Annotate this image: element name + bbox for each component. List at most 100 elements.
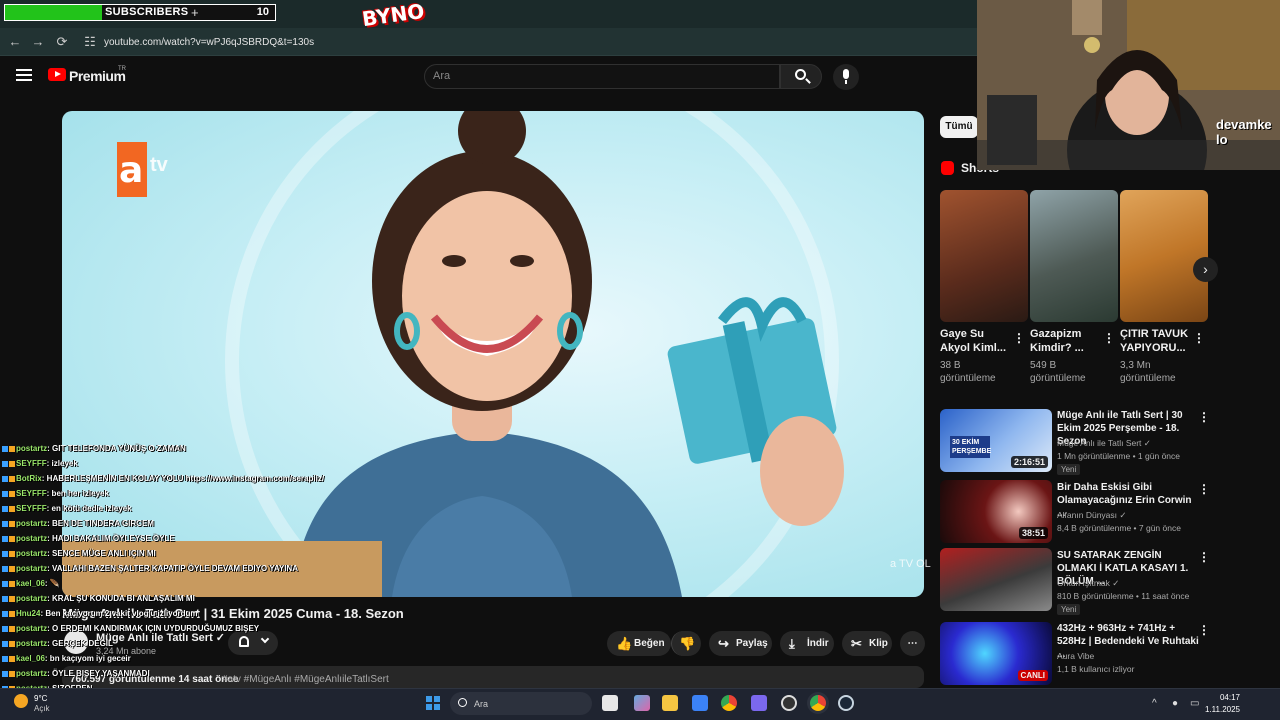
thumbnail-caption: 30 EKİM PERŞEMBE xyxy=(950,436,991,458)
search-icon[interactable] xyxy=(795,69,806,80)
store-icon[interactable] xyxy=(692,695,708,711)
file-explorer-icon[interactable] xyxy=(662,695,678,711)
short-menu-icon[interactable]: ⋮ xyxy=(1103,331,1115,345)
chat-message: SEYFFF: en kötü dedie izleyek xyxy=(2,504,132,513)
bell-icon[interactable] xyxy=(239,636,249,647)
recommendation-menu-icon[interactable]: ⋮ xyxy=(1198,550,1210,564)
video-duration: 2:16:51 xyxy=(1010,456,1048,468)
chrome-icon[interactable] xyxy=(721,695,737,711)
back-icon[interactable]: ← xyxy=(7,34,23,50)
network-icon[interactable]: ▭ xyxy=(1190,698,1199,709)
short-title[interactable]: Gaye Su Akyol Kiml... xyxy=(940,327,1016,355)
recommendation-meta: 8,4 B görüntülenme • 7 gün önce xyxy=(1057,523,1181,533)
chat-badge-icon xyxy=(2,490,8,497)
short-title[interactable]: Gazapizm Kimdir? ... xyxy=(1030,327,1106,355)
chat-username: postartz xyxy=(16,444,48,453)
short-title[interactable]: ÇITIR TAVUK YAPIYORU... xyxy=(1120,327,1196,355)
chat-message: SEYFFF: izleyek xyxy=(2,459,78,468)
chat-username: postartz xyxy=(16,519,48,528)
download-label: İndir xyxy=(807,638,829,649)
app-icon[interactable] xyxy=(751,695,767,711)
recommendation-menu-icon[interactable]: ⋮ xyxy=(1198,410,1210,424)
clock-date[interactable]: 1.11.2025 xyxy=(1202,705,1240,714)
short-thumbnail[interactable] xyxy=(1120,190,1208,322)
share-button[interactable]: ↪ Paylaş xyxy=(709,631,772,656)
recommendation-thumbnail[interactable] xyxy=(940,548,1052,611)
short-thumbnail[interactable] xyxy=(1030,190,1118,322)
chat-badge-icon xyxy=(2,445,8,452)
short-thumbnail[interactable] xyxy=(940,190,1028,322)
taskbar-search[interactable] xyxy=(450,692,592,715)
subscriber-goal-bar: SUBSCRIBERS + 10 xyxy=(4,4,276,21)
microphone-icon[interactable] xyxy=(843,69,849,84)
chat-username: postartz xyxy=(16,594,48,603)
scissors-icon: ✂ xyxy=(851,636,862,651)
chat-badge-icon xyxy=(9,610,15,617)
copilot-icon[interactable] xyxy=(634,695,650,711)
video-frame-illustration xyxy=(62,111,844,597)
like-button[interactable]: 👍 Beğen xyxy=(607,631,671,656)
atv-logo-tv: tv xyxy=(150,154,168,176)
video-duration: 38:51 xyxy=(1018,527,1048,539)
chat-username: SEYFFF xyxy=(16,489,47,498)
short-views: 3,3 Mn görüntüleme xyxy=(1120,360,1176,384)
short-menu-icon[interactable]: ⋮ xyxy=(1013,331,1025,345)
recommendation-menu-icon[interactable]: ⋮ xyxy=(1198,482,1210,496)
weather-description[interactable]: Açık xyxy=(34,704,50,713)
tray-chevron-icon[interactable]: ^ xyxy=(1152,698,1157,709)
recommendation-thumbnail[interactable]: CANLI xyxy=(940,622,1052,685)
hashtags[interactable]: #atv #MügeAnlı #MügeAnlıileTatlıSert xyxy=(222,674,389,685)
recommendation-channel[interactable]: Alfanın Dünyası ✓ xyxy=(1057,509,1199,522)
chat-message: postartz: HADI BAKALIM ÖYLEYSE ÖYLE xyxy=(2,534,175,543)
chat-badge-icon xyxy=(9,490,15,497)
recommendation-menu-icon[interactable]: ⋮ xyxy=(1198,623,1210,637)
notification-button[interactable] xyxy=(228,631,278,655)
live-badge: CANLI xyxy=(1017,670,1048,681)
chat-message: postartz: GERÇEK DEĞIL xyxy=(2,639,113,648)
site-info-icon[interactable]: ☷ xyxy=(82,34,98,50)
weather-icon[interactable] xyxy=(14,694,28,708)
chrome-active-icon[interactable] xyxy=(810,695,826,711)
forward-icon[interactable]: → xyxy=(30,34,46,50)
short-menu-icon[interactable]: ⋮ xyxy=(1193,331,1205,345)
short-views: 549 B görüntüleme xyxy=(1030,360,1086,384)
microphone-tray-icon[interactable]: ● xyxy=(1172,698,1178,709)
video-player[interactable] xyxy=(62,111,924,597)
task-view-icon[interactable] xyxy=(602,695,618,711)
new-badge: Yeni xyxy=(1057,464,1081,475)
shorts-next-button[interactable]: › xyxy=(1193,257,1218,282)
chat-text: : en kötü dedie izleyek xyxy=(46,504,132,513)
url-field[interactable]: youtube.com/watch?v=wPJ6qJSBRDQ&t=130s xyxy=(104,37,314,48)
chat-username: kael_06 xyxy=(16,654,45,663)
premium-logo-text[interactable]: Premium xyxy=(69,68,126,84)
youtube-logo-icon[interactable] xyxy=(48,68,66,81)
chat-username: postartz xyxy=(16,534,48,543)
taskbar-search-placeholder: Ara xyxy=(474,699,489,709)
recommendation-thumbnail[interactable]: 38:51 xyxy=(940,480,1052,543)
hamburger-menu-icon[interactable] xyxy=(16,69,32,81)
steam-icon[interactable] xyxy=(838,695,854,711)
recommendation-thumbnail[interactable]: 30 EKİM PERŞEMBE 2:16:51 xyxy=(940,409,1052,472)
chat-badge-icon xyxy=(2,460,8,467)
dislike-button[interactable]: 👎 xyxy=(671,631,701,656)
chat-username: postartz xyxy=(16,549,48,558)
chat-badge-icon xyxy=(2,475,8,482)
windows-start-icon[interactable] xyxy=(426,696,440,710)
weather-temperature[interactable]: 9°C xyxy=(34,694,47,703)
search-input[interactable] xyxy=(424,64,780,89)
chat-message: postartz: VALLAHI BAZEN ŞALTER KAPATIP Ö… xyxy=(2,564,298,573)
chat-text: : HABERLEŞMENİN EN KOLAY YOLU https://ww… xyxy=(41,474,325,483)
recommendation-channel[interactable]: Aura Vibe xyxy=(1057,650,1199,663)
more-actions-button[interactable]: ⋯ xyxy=(900,631,925,656)
reload-icon[interactable]: ⟳ xyxy=(54,34,70,50)
recommendation-channel[interactable]: Müge Anlı ile Tatlı Sert ✓ xyxy=(1057,437,1199,450)
clip-button[interactable]: ✂ Klip xyxy=(842,631,892,656)
chat-username: postartz xyxy=(16,564,48,573)
search-placeholder: Ara xyxy=(433,70,451,82)
filter-chip-all[interactable]: Tümü xyxy=(940,116,978,138)
obs-icon[interactable] xyxy=(781,695,797,711)
clock-time[interactable]: 04:17 xyxy=(1216,693,1240,702)
chat-badge-icon xyxy=(2,640,8,647)
download-button[interactable]: ⤓ İndir xyxy=(780,631,834,656)
recommendation-channel[interactable]: Orkun Işıtmak ✓ xyxy=(1057,577,1199,590)
